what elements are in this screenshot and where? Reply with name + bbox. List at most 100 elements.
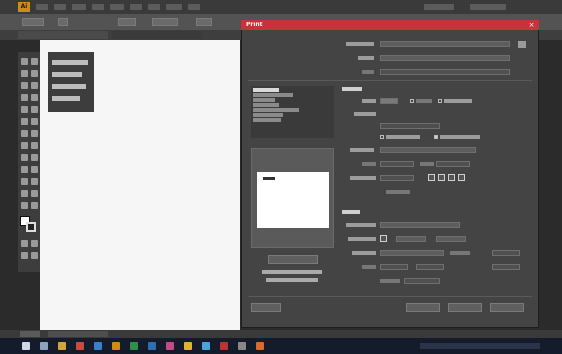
app-icon-pink[interactable]	[166, 342, 174, 350]
magic-wand-tool-icon[interactable]	[21, 70, 28, 77]
brush-definition-dropdown[interactable]	[152, 18, 178, 26]
panel-item-pathfinder[interactable]	[52, 84, 86, 89]
done-button[interactable]	[406, 303, 440, 312]
scale-extra-input[interactable]	[492, 264, 520, 270]
opacity-field[interactable]	[196, 18, 212, 26]
system-tray[interactable]	[420, 343, 540, 349]
start-menu-icon[interactable]	[22, 342, 30, 350]
document-tab-2[interactable]	[112, 31, 202, 39]
landscape-orientation-icon[interactable]	[438, 174, 445, 181]
app-icon-green[interactable]	[130, 342, 138, 350]
document-tab-active[interactable]	[18, 31, 108, 39]
placement-x-input[interactable]	[396, 236, 426, 242]
stroke-weight-field[interactable]	[118, 18, 136, 26]
artboard-tool-icon[interactable]	[21, 190, 28, 197]
print-button[interactable]	[448, 303, 482, 312]
menu-item-help[interactable]	[188, 4, 200, 10]
landscape-flipped-orientation-icon[interactable]	[458, 174, 465, 181]
panel-item-image-trace[interactable]	[52, 96, 80, 101]
setup-button[interactable]	[251, 303, 281, 312]
rotate-tool-icon[interactable]	[21, 118, 28, 125]
close-icon[interactable]: ×	[527, 21, 536, 29]
nav-item-color-management[interactable]	[253, 108, 299, 112]
eyedropper-tool-icon[interactable]	[21, 166, 28, 173]
hand-tool-icon[interactable]	[21, 202, 28, 209]
media-size-select[interactable]	[380, 147, 476, 153]
artboard-navigator[interactable]	[48, 331, 108, 337]
mesh-tool-icon[interactable]	[21, 154, 28, 161]
shape-builder-tool-icon[interactable]	[21, 142, 28, 149]
stroke-color-icon[interactable]	[26, 222, 36, 232]
zoom-tool-icon[interactable]	[31, 202, 38, 209]
app-icon-orange[interactable]	[256, 342, 264, 350]
illustrator-taskbar-icon[interactable]	[112, 342, 120, 350]
range-input[interactable]	[380, 123, 440, 129]
menu-item-select[interactable]	[110, 4, 124, 10]
overlap-input[interactable]	[492, 250, 520, 256]
slice-tool-icon[interactable]	[31, 190, 38, 197]
panel-item-transform[interactable]	[52, 60, 88, 65]
width-tool-icon[interactable]	[21, 130, 28, 137]
collate-checkbox[interactable]	[410, 99, 414, 103]
print-layers-select[interactable]	[380, 222, 460, 228]
portrait-orientation-icon[interactable]	[428, 174, 435, 181]
screen-mode-icon[interactable]	[31, 252, 38, 259]
gradient-mode-icon[interactable]	[31, 240, 38, 247]
paintbrush-tool-icon[interactable]	[21, 106, 28, 113]
pen-tool-icon[interactable]	[21, 82, 28, 89]
lasso-tool-icon[interactable]	[31, 70, 38, 77]
symbol-sprayer-tool-icon[interactable]	[21, 178, 28, 185]
tile-range-input[interactable]	[404, 278, 440, 284]
blend-tool-icon[interactable]	[31, 166, 38, 173]
app-icon-red[interactable]	[220, 342, 228, 350]
fill-swatch[interactable]	[58, 18, 68, 26]
perspective-grid-tool-icon[interactable]	[31, 142, 38, 149]
nav-item-output[interactable]	[253, 98, 275, 102]
nav-item-advanced[interactable]	[253, 113, 283, 117]
menu-item-file[interactable]	[36, 4, 48, 10]
height-input[interactable]	[436, 161, 470, 167]
menu-item-edit[interactable]	[54, 4, 66, 10]
rectangle-tool-icon[interactable]	[31, 94, 38, 101]
file-explorer-icon[interactable]	[58, 342, 66, 350]
preview-toggle-button[interactable]	[268, 255, 318, 264]
save-preset-icon[interactable]	[518, 41, 526, 48]
mail-icon[interactable]	[94, 342, 102, 350]
placement-reference-icon[interactable]	[380, 235, 387, 242]
scale-width-input[interactable]	[380, 264, 408, 270]
free-transform-tool-icon[interactable]	[31, 130, 38, 137]
auto-rotate-option[interactable]	[380, 175, 414, 181]
menu-item-object[interactable]	[72, 4, 86, 10]
workspace-switcher[interactable]	[424, 4, 454, 10]
panel-item-align[interactable]	[52, 72, 82, 77]
nav-item-general[interactable]	[253, 88, 279, 92]
menu-item-view[interactable]	[148, 4, 160, 10]
scale-height-input[interactable]	[416, 264, 444, 270]
line-tool-icon[interactable]	[21, 94, 28, 101]
color-mode-icon[interactable]	[21, 240, 28, 247]
ignore-artboards-checkbox[interactable]	[380, 135, 384, 139]
menu-item-window[interactable]	[166, 4, 182, 10]
placement-y-input[interactable]	[436, 236, 466, 242]
app-icon-yellow[interactable]	[184, 342, 192, 350]
scale-tool-icon[interactable]	[31, 118, 38, 125]
menu-item-type[interactable]	[92, 4, 104, 10]
scaling-select[interactable]	[380, 250, 444, 256]
cancel-button[interactable]	[490, 303, 524, 312]
gradient-tool-icon[interactable]	[31, 154, 38, 161]
zoom-level-field[interactable]	[20, 331, 40, 337]
app-icon-grey[interactable]	[238, 342, 246, 350]
skip-blank-artboards-checkbox[interactable]	[434, 135, 438, 139]
photoshop-taskbar-icon[interactable]	[148, 342, 156, 350]
print-preset-select[interactable]	[380, 41, 510, 47]
type-tool-icon[interactable]	[31, 82, 38, 89]
app-icon-blue[interactable]	[202, 342, 210, 350]
nav-item-summary[interactable]	[253, 118, 281, 122]
selection-tool-icon[interactable]	[21, 58, 28, 65]
nav-item-graphics[interactable]	[253, 103, 279, 107]
pencil-tool-icon[interactable]	[31, 106, 38, 113]
direct-selection-tool-icon[interactable]	[31, 58, 38, 65]
nav-item-marks-and-bleed[interactable]	[253, 93, 293, 97]
browser-icon[interactable]	[76, 342, 84, 350]
search-field[interactable]	[470, 4, 506, 10]
